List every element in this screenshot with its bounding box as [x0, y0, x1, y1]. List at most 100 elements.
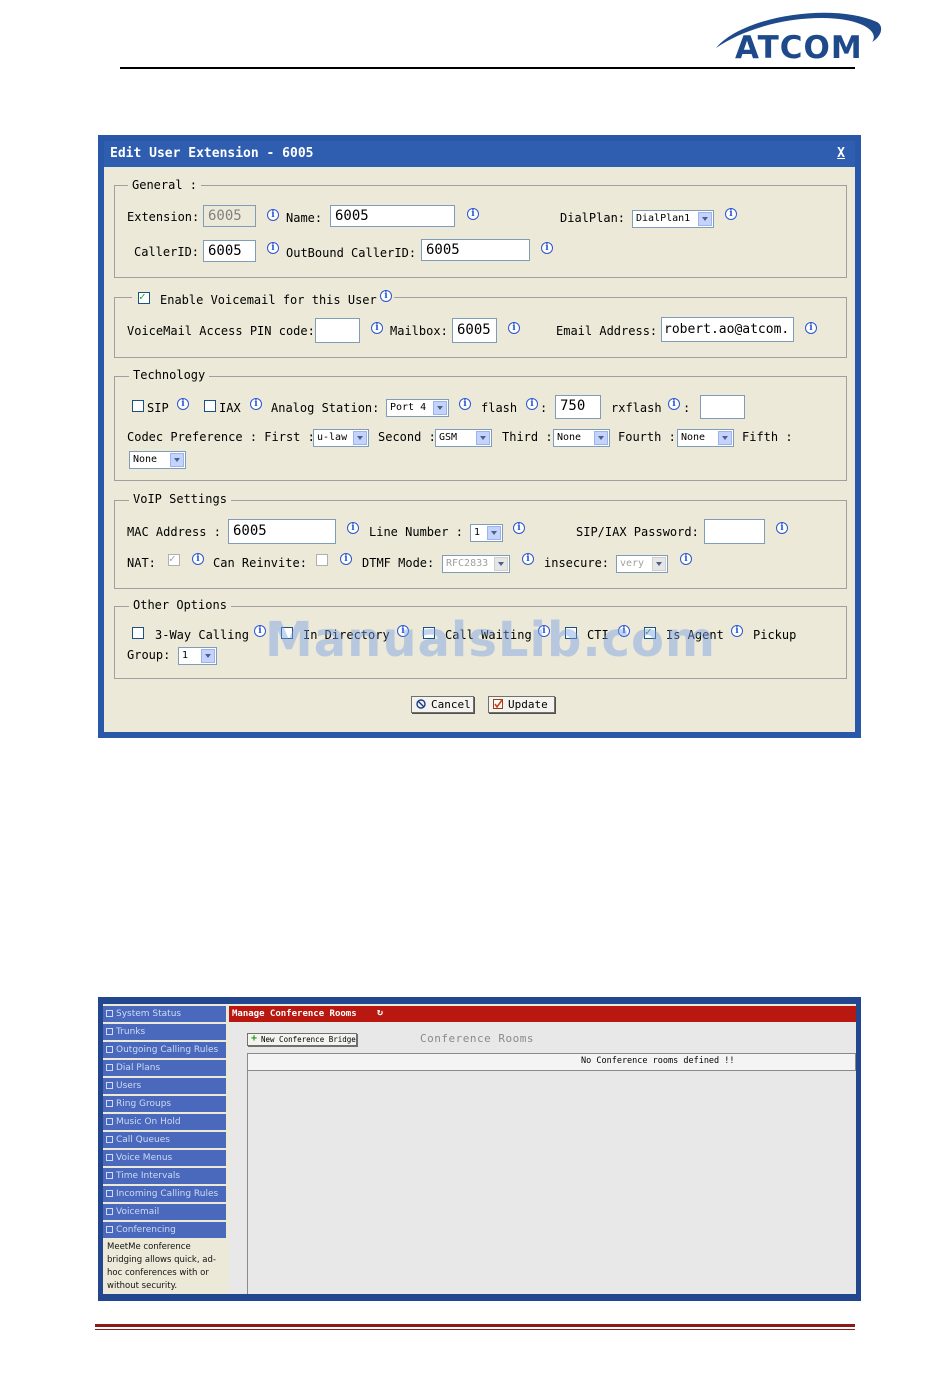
sidebar-item-ring-groups[interactable]: Ring Groups: [103, 1096, 226, 1113]
dtmf-mode-select[interactable]: RFC2833: [442, 555, 510, 573]
pickup-group-select[interactable]: 1: [178, 647, 217, 665]
analog-station-select[interactable]: Port 4: [386, 399, 449, 417]
voicemail-info-icon[interactable]: i: [380, 290, 392, 302]
rxflash-field[interactable]: [700, 395, 745, 419]
cancel-label: Cancel: [431, 698, 471, 711]
callerid-field[interactable]: 6005: [203, 240, 256, 262]
nat-info-icon[interactable]: i: [192, 553, 204, 565]
table-border-left: [247, 1071, 248, 1294]
sidebar-item-users[interactable]: Users: [103, 1078, 226, 1095]
rxflash-info-icon[interactable]: i: [668, 398, 680, 410]
sidebar-item-incoming-calling-rules[interactable]: Incoming Calling Rules: [103, 1186, 226, 1203]
conference-title: Manage Conference Rooms: [232, 1009, 357, 1019]
codec-second-select[interactable]: GSM: [435, 429, 492, 447]
reinvite-info-icon[interactable]: i: [340, 553, 352, 565]
codec-fourth-value: None: [681, 432, 706, 443]
bullet-icon: [106, 1028, 113, 1035]
sidebar-item-trunks[interactable]: Trunks: [103, 1024, 226, 1041]
insecure-info-icon[interactable]: i: [680, 553, 692, 565]
codec-first-value: u-law: [317, 432, 348, 443]
conference-screenshot: System Status Trunks Outgoing Calling Ru…: [98, 997, 861, 1301]
general-legend: General :: [128, 178, 202, 192]
insecure-select[interactable]: very: [616, 555, 668, 573]
mac-info-icon[interactable]: i: [347, 522, 359, 534]
codec-fifth-label: Fifth :: [742, 430, 793, 444]
sidebar-item-label: System Status: [116, 1009, 182, 1019]
sidebar-item-label: Dial Plans: [116, 1063, 161, 1073]
email-field[interactable]: robert.ao@atcom.: [661, 317, 794, 342]
sidebar-item-voice-menus[interactable]: Voice Menus: [103, 1150, 226, 1167]
chevron-down-icon: [433, 401, 447, 415]
sidebar-item-label: Incoming Calling Rules: [116, 1189, 219, 1199]
sidebar-item-voicemail[interactable]: Voicemail: [103, 1204, 226, 1221]
chevron-down-icon: [594, 431, 608, 445]
dialplan-info-icon[interactable]: i: [725, 208, 737, 220]
sidebar-item-dial-plans[interactable]: Dial Plans: [103, 1060, 226, 1077]
name-info-icon[interactable]: i: [467, 208, 479, 220]
iax-info-icon[interactable]: i: [250, 398, 262, 410]
sidebar-item-conferencing[interactable]: Conferencing: [103, 1222, 226, 1239]
nat-checkbox[interactable]: [168, 552, 180, 566]
dtmf-mode-label: DTMF Mode:: [362, 556, 435, 570]
name-field[interactable]: 6005: [330, 205, 455, 227]
is-agent-info-icon[interactable]: i: [731, 625, 743, 637]
sidebar-item-music-on-hold[interactable]: Music On Hold: [103, 1114, 226, 1131]
line-number-info-icon[interactable]: i: [513, 522, 525, 534]
three-way-calling-label: 3-Way Calling: [155, 628, 249, 642]
mailbox-field[interactable]: 6005: [452, 318, 497, 343]
can-reinvite-checkbox[interactable]: [316, 554, 328, 566]
dialplan-select[interactable]: DialPlan1: [632, 210, 714, 228]
other-options-legend: Other Options: [129, 598, 231, 612]
callerid-info-icon[interactable]: i: [267, 242, 279, 254]
mac-address-field[interactable]: 6005: [228, 519, 336, 544]
sidebar-item-call-queues[interactable]: Call Queues: [103, 1132, 226, 1149]
empty-message: No Conference rooms defined !!: [581, 1056, 735, 1066]
codec-fifth-select[interactable]: None: [129, 451, 186, 469]
dtmf-info-icon[interactable]: i: [522, 553, 534, 565]
chevron-down-icon: [652, 557, 666, 571]
rxflash-colon: :: [683, 401, 691, 415]
enable-voicemail-checkbox[interactable]: [138, 290, 150, 304]
pin-info-icon[interactable]: i: [371, 322, 383, 334]
chevron-down-icon: [201, 649, 215, 663]
codec-fifth-value: None: [133, 454, 158, 465]
name-label: Name:: [286, 211, 323, 225]
new-conference-bridge-button[interactable]: + New Conference Bridge: [247, 1033, 357, 1046]
sidebar-item-outgoing-calling-rules[interactable]: Outgoing Calling Rules: [103, 1042, 226, 1059]
outbound-callerid-field[interactable]: 6005: [421, 239, 530, 261]
extension-field[interactable]: 6005: [203, 205, 256, 227]
bullet-icon: [106, 1082, 113, 1089]
cancel-button[interactable]: Cancel: [411, 696, 474, 713]
header-divider: [120, 67, 855, 69]
bullet-icon: [106, 1190, 113, 1197]
flash-info-icon[interactable]: i: [526, 398, 538, 410]
three-way-calling-checkbox[interactable]: [132, 627, 144, 639]
email-info-icon[interactable]: i: [805, 322, 817, 334]
line-number-select[interactable]: 1: [470, 524, 503, 542]
sip-iax-password-field[interactable]: [704, 519, 765, 544]
update-button[interactable]: Update: [488, 696, 555, 713]
update-label: Update: [508, 698, 548, 711]
insecure-value: very: [620, 558, 645, 569]
password-info-icon[interactable]: i: [776, 522, 788, 534]
codec-first-select[interactable]: u-law: [313, 429, 369, 447]
chevron-down-icon: [353, 431, 367, 445]
email-label: Email Address:: [556, 324, 658, 338]
bullet-icon: [106, 1136, 113, 1143]
sip-info-icon[interactable]: i: [177, 398, 189, 410]
mailbox-info-icon[interactable]: i: [508, 322, 520, 334]
close-button[interactable]: X: [837, 144, 845, 164]
iax-checkbox[interactable]: [204, 400, 216, 412]
flash-field[interactable]: 750: [555, 395, 601, 419]
sip-checkbox[interactable]: [132, 400, 144, 412]
refresh-icon[interactable]: ↻: [377, 1006, 383, 1020]
voip-settings-legend: VoIP Settings: [129, 492, 231, 506]
pin-field[interactable]: [315, 318, 360, 343]
extension-info-icon[interactable]: i: [267, 209, 279, 221]
codec-third-select[interactable]: None: [553, 429, 610, 447]
analog-info-icon[interactable]: i: [459, 398, 471, 410]
outbound-callerid-info-icon[interactable]: i: [541, 242, 553, 254]
sidebar-item-time-intervals[interactable]: Time Intervals: [103, 1168, 226, 1185]
sidebar-item-system-status[interactable]: System Status: [103, 1006, 226, 1023]
codec-fourth-select[interactable]: None: [677, 429, 734, 447]
